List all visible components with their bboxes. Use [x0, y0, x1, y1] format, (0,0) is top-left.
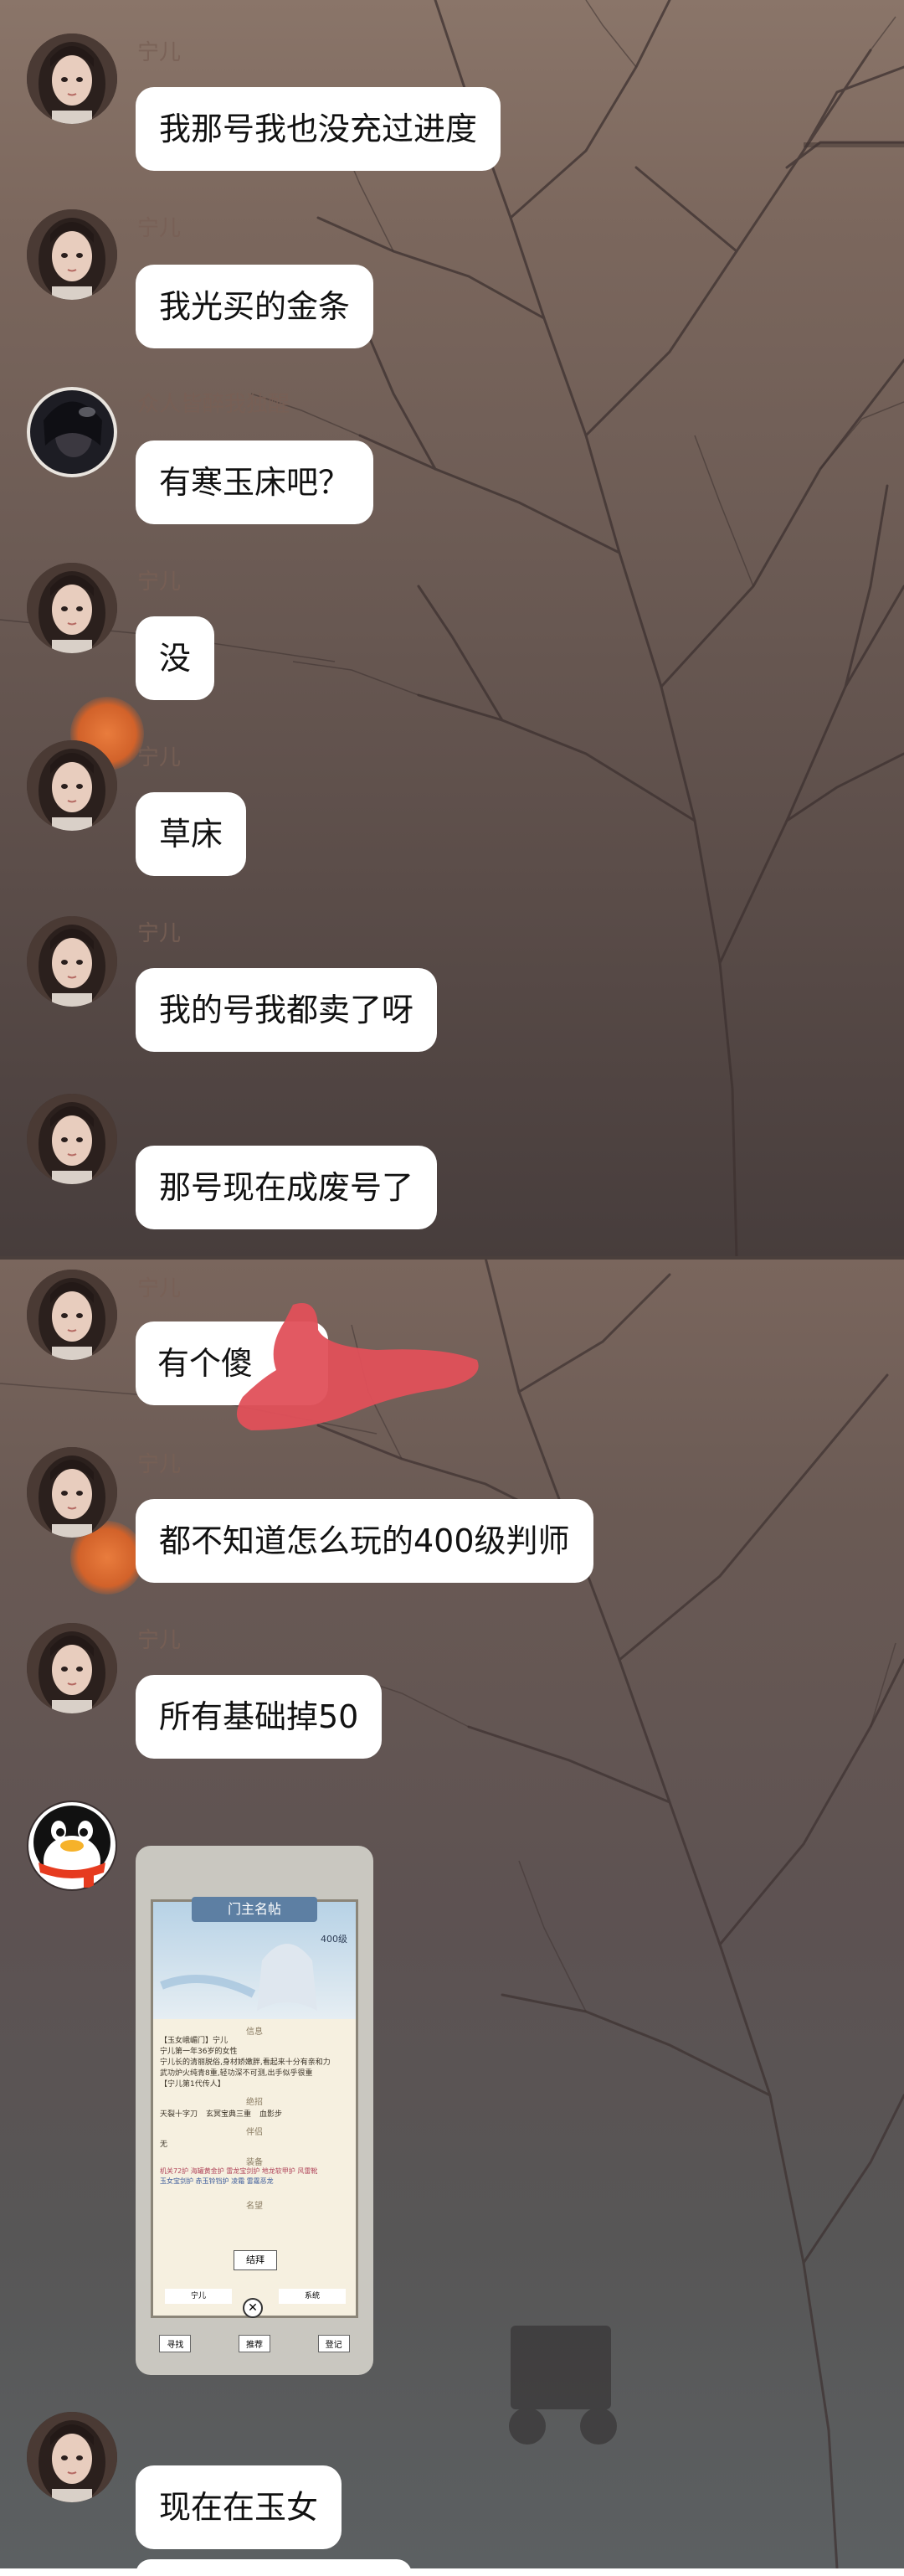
- skill-item: 天裂十字刀: [160, 2110, 198, 2119]
- sender-name: 宁儿: [137, 569, 182, 595]
- sect-line: 【玉女峨嵋门】宁儿: [160, 2037, 229, 2045]
- tab-search[interactable]: 寻找: [159, 2335, 192, 2352]
- partner-header: 伴侣: [246, 2128, 263, 2137]
- sender-name: 宁儿: [137, 40, 182, 65]
- cart-silhouette: [509, 2326, 617, 2445]
- worship-button[interactable]: 结拜: [234, 2250, 277, 2270]
- screenshot-divider: [0, 1256, 904, 1260]
- message-bubble[interactable]: 有寒玉床吧？: [136, 440, 374, 524]
- skills-header: 绝招: [246, 2098, 263, 2107]
- level-label: 400级: [321, 1934, 347, 1945]
- game-screenshot-image[interactable]: 门主名帖 400级 信息 【玉女峨嵋门】宁儿 宁儿第一年36岁的女性 宁儿长的清…: [136, 1846, 373, 2375]
- next-message-bubble-edge: [136, 2559, 412, 2576]
- sender-name: 宁儿: [137, 1628, 182, 1653]
- avatar[interactable]: [27, 33, 117, 124]
- sender-name: 宁儿: [137, 216, 182, 241]
- avatar[interactable]: [27, 1801, 117, 1891]
- gear-list: 机关72护 海罐黄金护 雷龙宝剑护 地龙软甲护 风雷靴 玉女宝剑护 赤玉铃铛护 …: [160, 2166, 351, 2187]
- message-bubble[interactable]: 我光买的金条: [136, 265, 374, 348]
- redaction-scribble: [236, 1303, 479, 1430]
- sender-name: 宁儿: [137, 1276, 182, 1301]
- bio-line: 宁儿第一年36岁的女性: [160, 2048, 238, 2056]
- message-bubble[interactable]: 没: [136, 616, 215, 700]
- profile-card: 门主名帖 400级 信息 【玉女峨嵋门】宁儿 宁儿第一年36岁的女性 宁儿长的清…: [151, 1897, 358, 2318]
- bottom-tabs: 寻找 推荐 登记: [136, 2335, 373, 2352]
- avatar[interactable]: [27, 1623, 117, 1713]
- message-bubble[interactable]: 草床: [136, 792, 247, 876]
- avatar[interactable]: [27, 740, 117, 831]
- card-title: 门主名帖: [192, 1897, 317, 1922]
- sender-name: 宁儿: [137, 921, 182, 946]
- avatar[interactable]: [27, 563, 117, 653]
- bottom-right-label: 系统: [279, 2289, 346, 2304]
- bio-text: 【玉女峨嵋门】宁儿 宁儿第一年36岁的女性 宁儿长的清丽脱俗,身材娇嫩胖,看起来…: [160, 2036, 351, 2090]
- avatar[interactable]: [27, 209, 117, 300]
- avatar[interactable]: [27, 1094, 117, 1184]
- avatar[interactable]: [27, 2412, 117, 2502]
- close-icon[interactable]: ✕: [243, 2298, 263, 2318]
- message-bubble[interactable]: 我的号我都卖了呀: [136, 968, 438, 1052]
- sender-name: 宁儿: [137, 1452, 182, 1477]
- bio-line: 宁儿长的清丽脱俗,身材娇嫩胖,看起来十分有亲和力: [160, 2058, 331, 2067]
- sender-name: 宁儿: [137, 745, 182, 770]
- bottom-left-label: 宁儿: [165, 2289, 232, 2304]
- bio-line: 【宁儿第1代传人】: [160, 2080, 225, 2089]
- gear-header: 装备: [246, 2158, 263, 2167]
- avatar[interactable]: [27, 387, 117, 477]
- message-bubble[interactable]: 现在在玉女: [136, 2465, 342, 2549]
- sender-name: 众人皆醉我独醒: [137, 392, 290, 417]
- fame-header: 名望: [246, 2202, 263, 2211]
- skill-item: 玄冥宝典三重: [206, 2110, 252, 2119]
- skill-item: 血影步: [259, 2110, 283, 2119]
- gear-line: 玉女宝剑护 赤玉铃铛护 凌霜 雷霆恶龙: [160, 2177, 274, 2185]
- bio-line: 武功炉火纯青8重,轻功深不可测,出手似乎很重: [160, 2069, 313, 2078]
- partner-value: 无: [160, 2141, 168, 2149]
- avatar[interactable]: [27, 1270, 117, 1360]
- skills-list: 天裂十字刀 玄冥宝典三重 血影步: [160, 2108, 351, 2119]
- avatar[interactable]: [27, 916, 117, 1007]
- tab-recommend[interactable]: 推荐: [238, 2335, 270, 2352]
- message-bubble[interactable]: 所有基础掉50: [136, 1675, 383, 1759]
- message-bubble[interactable]: 那号现在成废号了: [136, 1146, 438, 1229]
- tab-register[interactable]: 登记: [317, 2335, 350, 2352]
- avatar[interactable]: [27, 1447, 117, 1538]
- message-bubble[interactable]: 都不知道怎么玩的400级判师: [136, 1499, 593, 1583]
- gear-line: 机关72护 海罐黄金护 雷龙宝剑护 地龙软甲护 风雷靴: [160, 2167, 318, 2175]
- info-header: 信息: [246, 2027, 263, 2037]
- message-bubble[interactable]: 我那号我也没充过进度: [136, 87, 501, 171]
